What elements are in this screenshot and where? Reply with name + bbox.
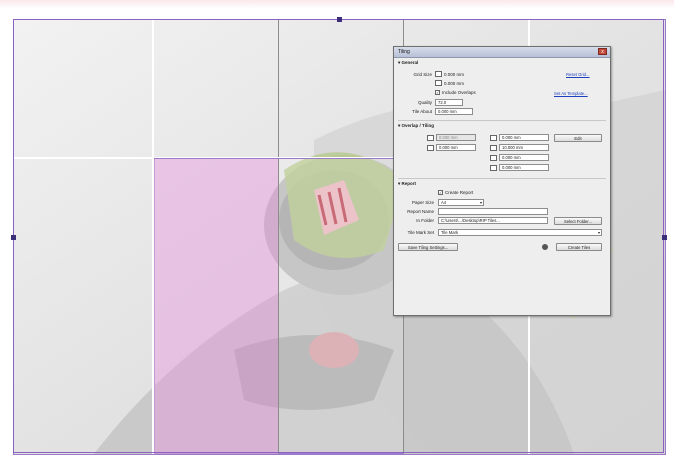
top-ruler-strip (0, 0, 674, 9)
include-overlaps-checkbox[interactable]: ✓ (435, 90, 440, 95)
quality-label: Quality (417, 100, 432, 105)
tile-mark-label: Tile Mark Set (407, 230, 434, 235)
selection-handle[interactable] (662, 235, 667, 240)
margin-right-field[interactable]: 0.000 mm (499, 164, 549, 171)
margin-top-icon (490, 135, 497, 141)
tile-divider (154, 158, 404, 159)
info-icon[interactable] (542, 244, 548, 250)
close-icon: x (601, 49, 604, 55)
reset-grid-link[interactable]: Reset Grid... (566, 72, 590, 77)
tile-about-label: Tile About (412, 109, 432, 114)
tile-mark-select[interactable]: Tile Mark ▾ (438, 229, 602, 236)
margin-top-field[interactable]: 0.000 mm (499, 134, 549, 141)
divider (398, 178, 606, 179)
report-name-label: Report Name (407, 209, 434, 214)
margin-left-field[interactable]: 0.000 mm (499, 154, 549, 161)
grid-size-label: Grid Size (413, 72, 432, 77)
margin-right-icon (490, 165, 497, 171)
tile-page-highlight (154, 158, 279, 454)
overlap-horizontal-field[interactable]: 0.000 mm (436, 134, 476, 141)
quality-field[interactable]: 72.0 (435, 99, 463, 106)
tile-divider (152, 20, 154, 454)
paper-size-select[interactable]: A4 ▾ (438, 199, 484, 206)
dialog-titlebar[interactable]: Tiling x (394, 47, 610, 58)
chevron-down-icon: ▾ (597, 230, 600, 235)
create-tiles-button[interactable]: Create Tiles (556, 243, 602, 251)
section-report-heading[interactable]: ▾ Report (398, 181, 416, 187)
margin-bottom-field[interactable]: 10.000 mm (499, 144, 549, 151)
tile-divider (278, 20, 279, 454)
paper-size-label: Paper Size (411, 200, 434, 205)
overlap-vertical-icon (427, 145, 434, 151)
save-tiling-settings-button[interactable]: Save Tiling Settings... (398, 243, 458, 251)
divider (398, 120, 606, 121)
section-general-heading[interactable]: ▾ General (398, 60, 418, 66)
create-report-label: Create Report (445, 190, 474, 195)
grid-height-value: 0.000 mm (444, 81, 465, 86)
select-folder-button[interactable]: Select Folder... (554, 217, 602, 225)
set-as-template-link[interactable]: Set As Template... (554, 91, 588, 96)
report-name-field[interactable] (438, 208, 548, 215)
overlap-horizontal-icon (427, 135, 434, 141)
selection-handle[interactable] (337, 17, 342, 22)
dialog-title: Tiling (398, 49, 410, 55)
section-overlap-heading[interactable]: ▾ Overlap / Tiling (398, 123, 434, 129)
selection-handle[interactable] (11, 235, 16, 240)
overlap-vertical-field[interactable]: 0.000 mm (436, 144, 476, 151)
tiling-dialog: Tiling x ▾ General Grid Size 0.000 mm 0.… (393, 46, 611, 316)
edit-button[interactable]: Edit (554, 134, 602, 142)
folder-path-field[interactable]: C:\Users\...\Desktop\RIP Tiles... (438, 217, 548, 224)
margin-left-icon (490, 155, 497, 161)
tile-page-outline (278, 158, 404, 454)
include-overlaps-label: Include Overlaps (442, 90, 476, 95)
grid-height-icon (435, 80, 442, 86)
close-button[interactable]: x (598, 48, 607, 55)
chevron-down-icon: ▾ (479, 200, 482, 205)
grid-width-icon (435, 71, 442, 77)
tile-about-field[interactable]: 0.000 mm (435, 108, 473, 115)
margin-bottom-icon (490, 145, 497, 151)
in-folder-label: In Folder (416, 218, 434, 223)
create-report-checkbox[interactable]: ✓ (438, 190, 443, 195)
grid-width-value: 0.000 mm (444, 72, 465, 77)
